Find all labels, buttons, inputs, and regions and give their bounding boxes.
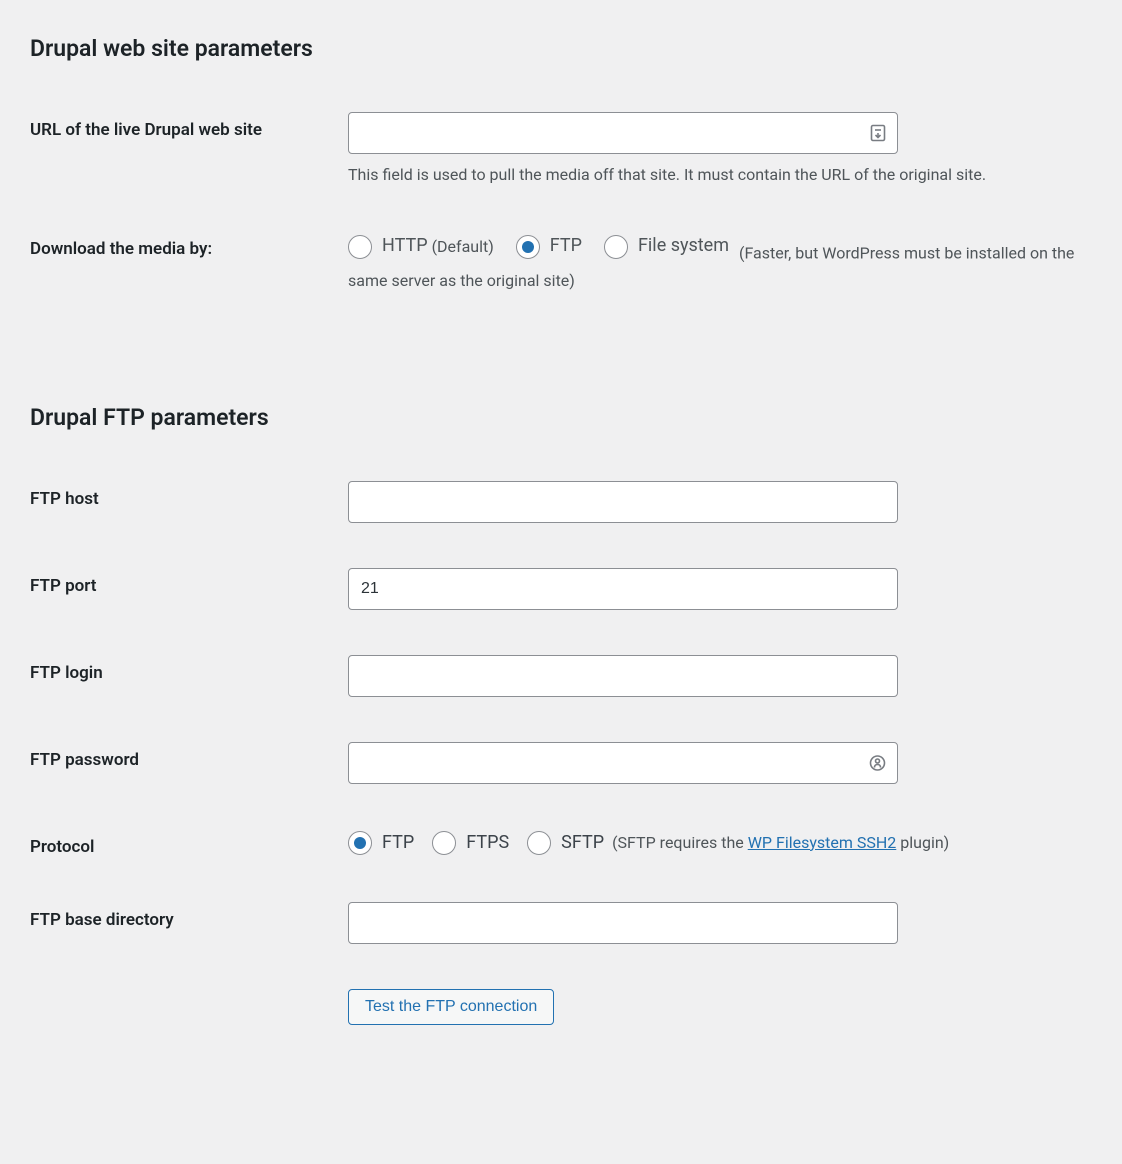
input-url-live-site[interactable] bbox=[348, 112, 898, 154]
radio-protocol-ftps-label[interactable]: FTPS bbox=[466, 829, 509, 856]
label-download-media: Download the media by: bbox=[30, 231, 348, 259]
input-ftp-password[interactable] bbox=[348, 742, 898, 784]
label-ftp-host: FTP host bbox=[30, 481, 348, 509]
radio-filesystem[interactable] bbox=[604, 235, 628, 259]
radio-http[interactable] bbox=[348, 235, 372, 259]
label-protocol: Protocol bbox=[30, 829, 348, 857]
radio-protocol-ftp-label[interactable]: FTP bbox=[382, 829, 414, 856]
radio-protocol-sftp[interactable] bbox=[527, 831, 551, 855]
link-wp-filesystem-ssh2[interactable]: WP Filesystem SSH2 bbox=[748, 833, 897, 852]
label-ftp-password: FTP password bbox=[30, 742, 348, 770]
radio-ftp[interactable] bbox=[516, 235, 540, 259]
input-ftp-port[interactable] bbox=[348, 568, 898, 610]
description-url-live-site: This field is used to pull the media off… bbox=[348, 164, 1092, 186]
input-ftp-login[interactable] bbox=[348, 655, 898, 697]
radio-filesystem-label[interactable]: File system bbox=[638, 231, 729, 262]
section-heading-ftp-params: Drupal FTP parameters bbox=[30, 404, 1092, 431]
input-ftp-base-dir[interactable] bbox=[348, 902, 898, 944]
label-ftp-login: FTP login bbox=[30, 655, 348, 683]
label-url-live-site: URL of the live Drupal web site bbox=[30, 112, 348, 140]
radio-protocol-ftps[interactable] bbox=[432, 831, 456, 855]
label-ftp-base-dir: FTP base directory bbox=[30, 902, 348, 930]
protocol-note: (SFTP requires the WP Filesystem SSH2 pl… bbox=[612, 831, 949, 855]
section-heading-drupal-site: Drupal web site parameters bbox=[30, 35, 1092, 62]
radio-ftp-label[interactable]: FTP bbox=[550, 231, 582, 262]
radio-http-suffix: (Default) bbox=[432, 233, 494, 260]
label-ftp-port: FTP port bbox=[30, 568, 348, 596]
radio-protocol-ftp[interactable] bbox=[348, 831, 372, 855]
radio-protocol-sftp-label[interactable]: SFTP bbox=[561, 829, 604, 856]
test-ftp-connection-button[interactable]: Test the FTP connection bbox=[348, 989, 554, 1025]
input-ftp-host[interactable] bbox=[348, 481, 898, 523]
radio-http-label[interactable]: HTTP bbox=[382, 231, 428, 262]
